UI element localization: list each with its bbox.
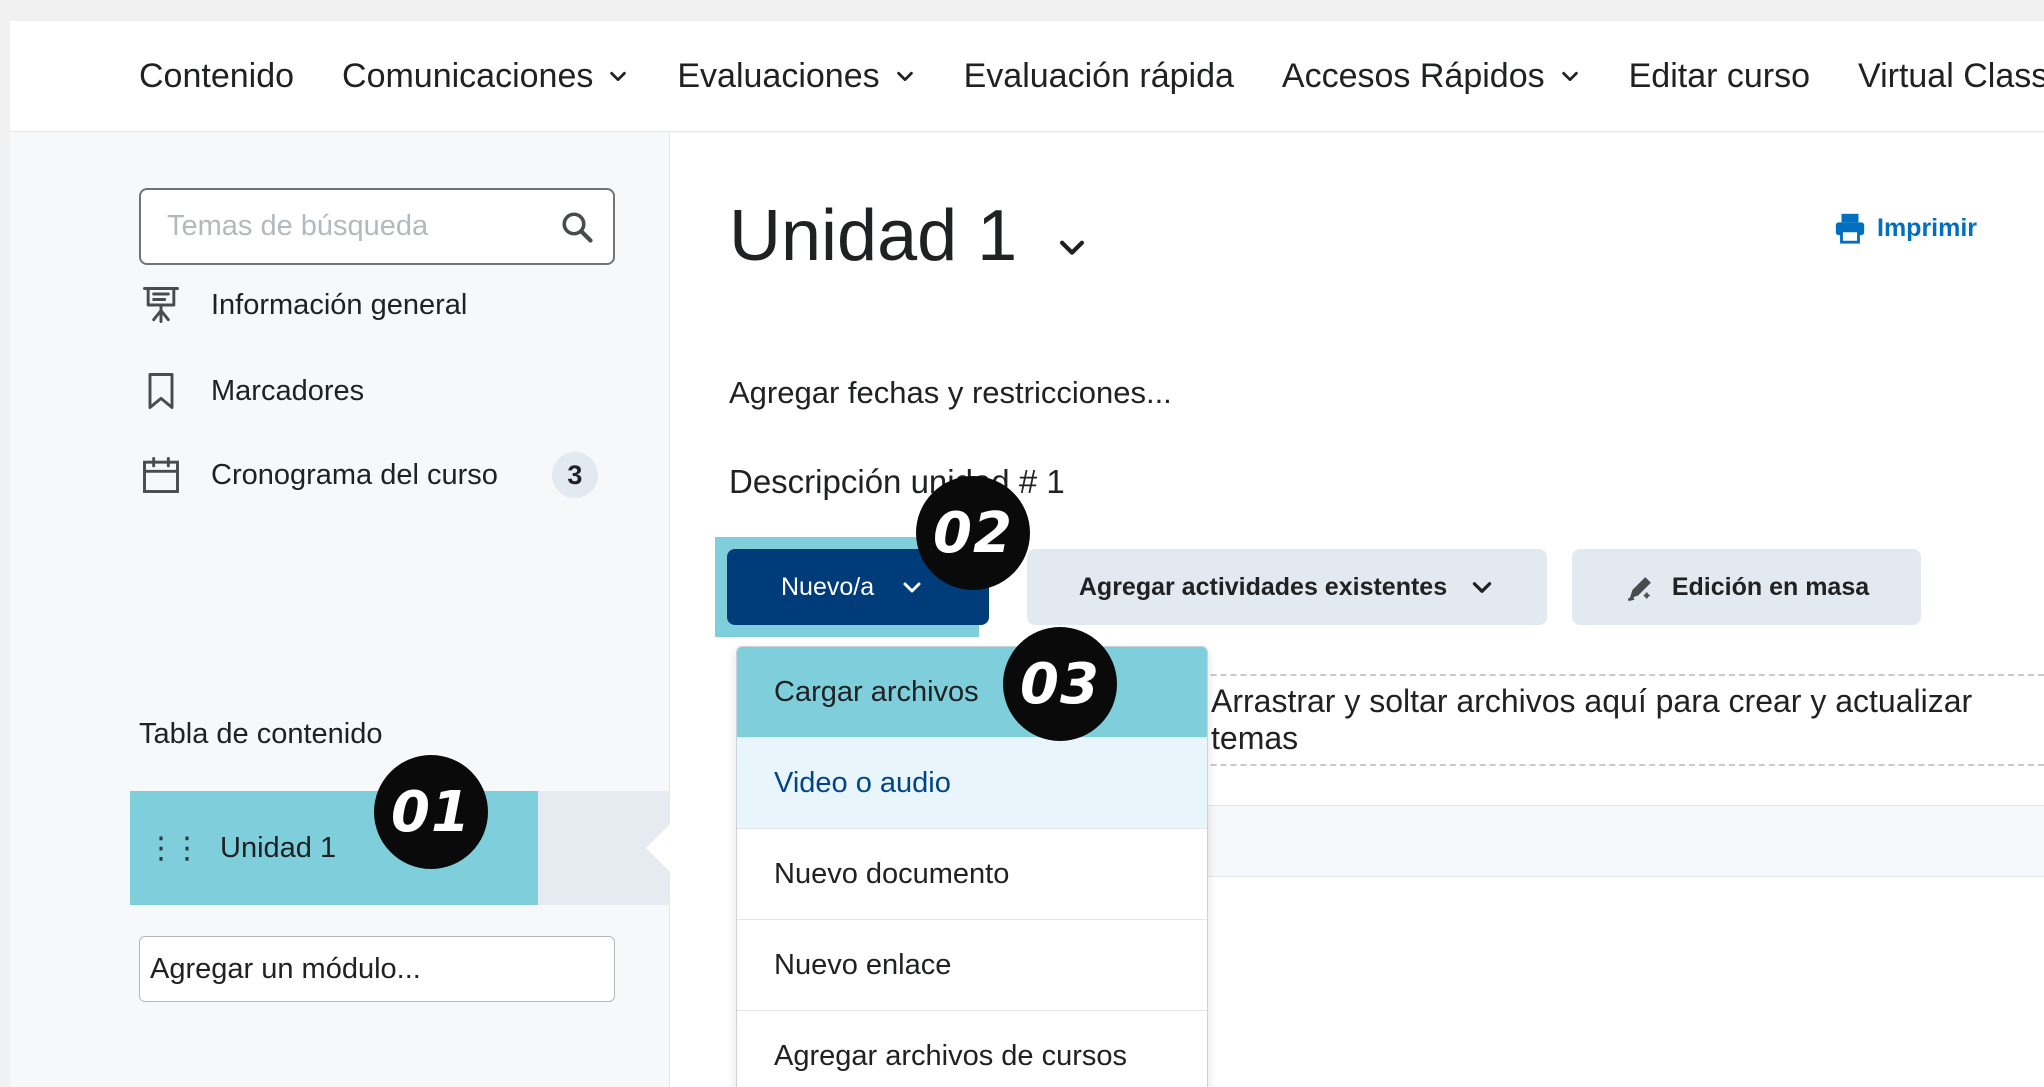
unit-title: Unidad 1 xyxy=(729,195,1089,277)
print-label: Imprimir xyxy=(1877,213,1978,242)
bookmark-icon xyxy=(148,373,174,409)
chevron-down-icon[interactable] xyxy=(1055,230,1089,264)
add-dates-restrictions-link[interactable]: Agregar fechas y restricciones... xyxy=(729,375,1172,411)
nav-contenido[interactable]: Contenido xyxy=(139,57,294,96)
nav-evaluacion-rapida[interactable]: Evaluación rápida xyxy=(964,57,1234,96)
nav-editar-curso[interactable]: Editar curso xyxy=(1629,57,1810,96)
calendar-icon xyxy=(143,457,179,493)
sidebar-bookmarks-label: Marcadores xyxy=(211,374,365,407)
step-callout-02: 02 xyxy=(916,476,1030,590)
sidebar-schedule-link[interactable]: Cronograma del curso 3 xyxy=(139,452,598,498)
chevron-down-icon xyxy=(903,582,921,593)
step-callout-01: 01 xyxy=(374,755,488,869)
toc-unit-1-label: Unidad 1 xyxy=(220,831,337,864)
nav-evaluaciones[interactable]: Evaluaciones xyxy=(677,57,915,96)
sidebar-bookmarks-link[interactable]: Marcadores xyxy=(139,369,364,413)
menu-item-new-link[interactable]: Nuevo enlace xyxy=(737,920,1207,1011)
schedule-count-badge: 3 xyxy=(551,452,598,498)
menu-item-new-link-label: Nuevo enlace xyxy=(774,948,952,981)
menu-item-course-files[interactable]: Agregar archivos de cursos xyxy=(737,1011,1207,1087)
nav-contenido-label: Contenido xyxy=(139,56,295,95)
topics-list-area xyxy=(1071,805,2044,877)
new-button-label: Nuevo/a xyxy=(781,572,875,601)
chevron-down-icon xyxy=(1561,71,1578,82)
dropzone-text: Arrastrar y soltar archivos aquí para cr… xyxy=(1211,683,1973,756)
print-link[interactable]: Imprimir xyxy=(1833,211,1977,245)
step-callout-03: 03 xyxy=(1003,627,1117,741)
printer-icon xyxy=(1835,213,1865,244)
course-navbar: Contenido Comunicaciones Evaluaciones Ev… xyxy=(10,21,2044,132)
nav-accesos-rapidos-label: Accesos Rápidos xyxy=(1281,56,1545,95)
nav-evaluacion-rapida-label: Evaluación rápida xyxy=(963,56,1234,95)
file-dropzone[interactable]: Arrastrar y soltar archivos aquí para cr… xyxy=(1071,674,2044,766)
nav-virtual-class-label: Virtual Class xyxy=(1858,56,2044,95)
nav-comunicaciones[interactable]: Comunicaciones xyxy=(342,57,629,96)
menu-item-video-audio[interactable]: Video o audio xyxy=(737,738,1207,829)
presentation-icon xyxy=(143,287,179,323)
nav-comunicaciones-label: Comunicaciones xyxy=(342,56,594,95)
menu-item-new-document-label: Nuevo documento xyxy=(774,857,1010,890)
add-existing-activities-button[interactable]: Agregar actividades existentes xyxy=(1027,549,1547,625)
content-sidebar: Información general Marcadores Cronogram… xyxy=(10,133,670,1087)
bulk-edit-button[interactable]: Edición en masa xyxy=(1572,549,1921,625)
nav-editar-curso-label: Editar curso xyxy=(1628,56,1811,95)
sidebar-overview-label: Información general xyxy=(211,288,468,321)
nav-evaluaciones-label: Evaluaciones xyxy=(677,56,880,95)
nav-virtual-class[interactable]: Virtual Class xyxy=(1858,57,2044,96)
menu-item-upload-files-label: Cargar archivos xyxy=(774,675,979,708)
table-of-contents-heading: Tabla de contenido xyxy=(139,718,383,750)
new-dropdown-menu: Cargar archivos Video o audio Nuevo docu… xyxy=(736,646,1208,1087)
sidebar-schedule-label: Cronograma del curso xyxy=(211,458,498,491)
search-topics-box xyxy=(139,188,615,265)
drag-handle-icon[interactable]: ⋮⋮ xyxy=(146,831,202,866)
chevron-down-icon xyxy=(1472,582,1492,593)
nav-accesos-rapidos[interactable]: Accesos Rápidos xyxy=(1282,57,1581,96)
bulk-edit-label: Edición en masa xyxy=(1671,572,1870,601)
search-topics-input[interactable] xyxy=(167,210,559,243)
sidebar-overview-link[interactable]: Información general xyxy=(139,283,467,327)
unit-title-text: Unidad 1 xyxy=(729,196,1018,276)
chevron-down-icon xyxy=(896,71,913,82)
menu-item-upload-files[interactable]: Cargar archivos xyxy=(737,647,1207,738)
menu-item-new-document[interactable]: Nuevo documento xyxy=(737,829,1207,920)
page: Contenido Comunicaciones Evaluaciones Ev… xyxy=(10,21,2044,1087)
add-existing-activities-label: Agregar actividades existentes xyxy=(1078,572,1448,601)
selection-pointer xyxy=(646,824,670,872)
add-module-input[interactable]: Agregar un módulo... xyxy=(139,936,615,1002)
chevron-down-icon xyxy=(610,71,627,82)
menu-item-course-files-label: Agregar archivos de cursos xyxy=(774,1039,1127,1072)
pencil-icon xyxy=(1627,574,1653,602)
menu-item-video-audio-label: Video o audio xyxy=(774,766,951,799)
search-icon[interactable] xyxy=(559,209,595,245)
